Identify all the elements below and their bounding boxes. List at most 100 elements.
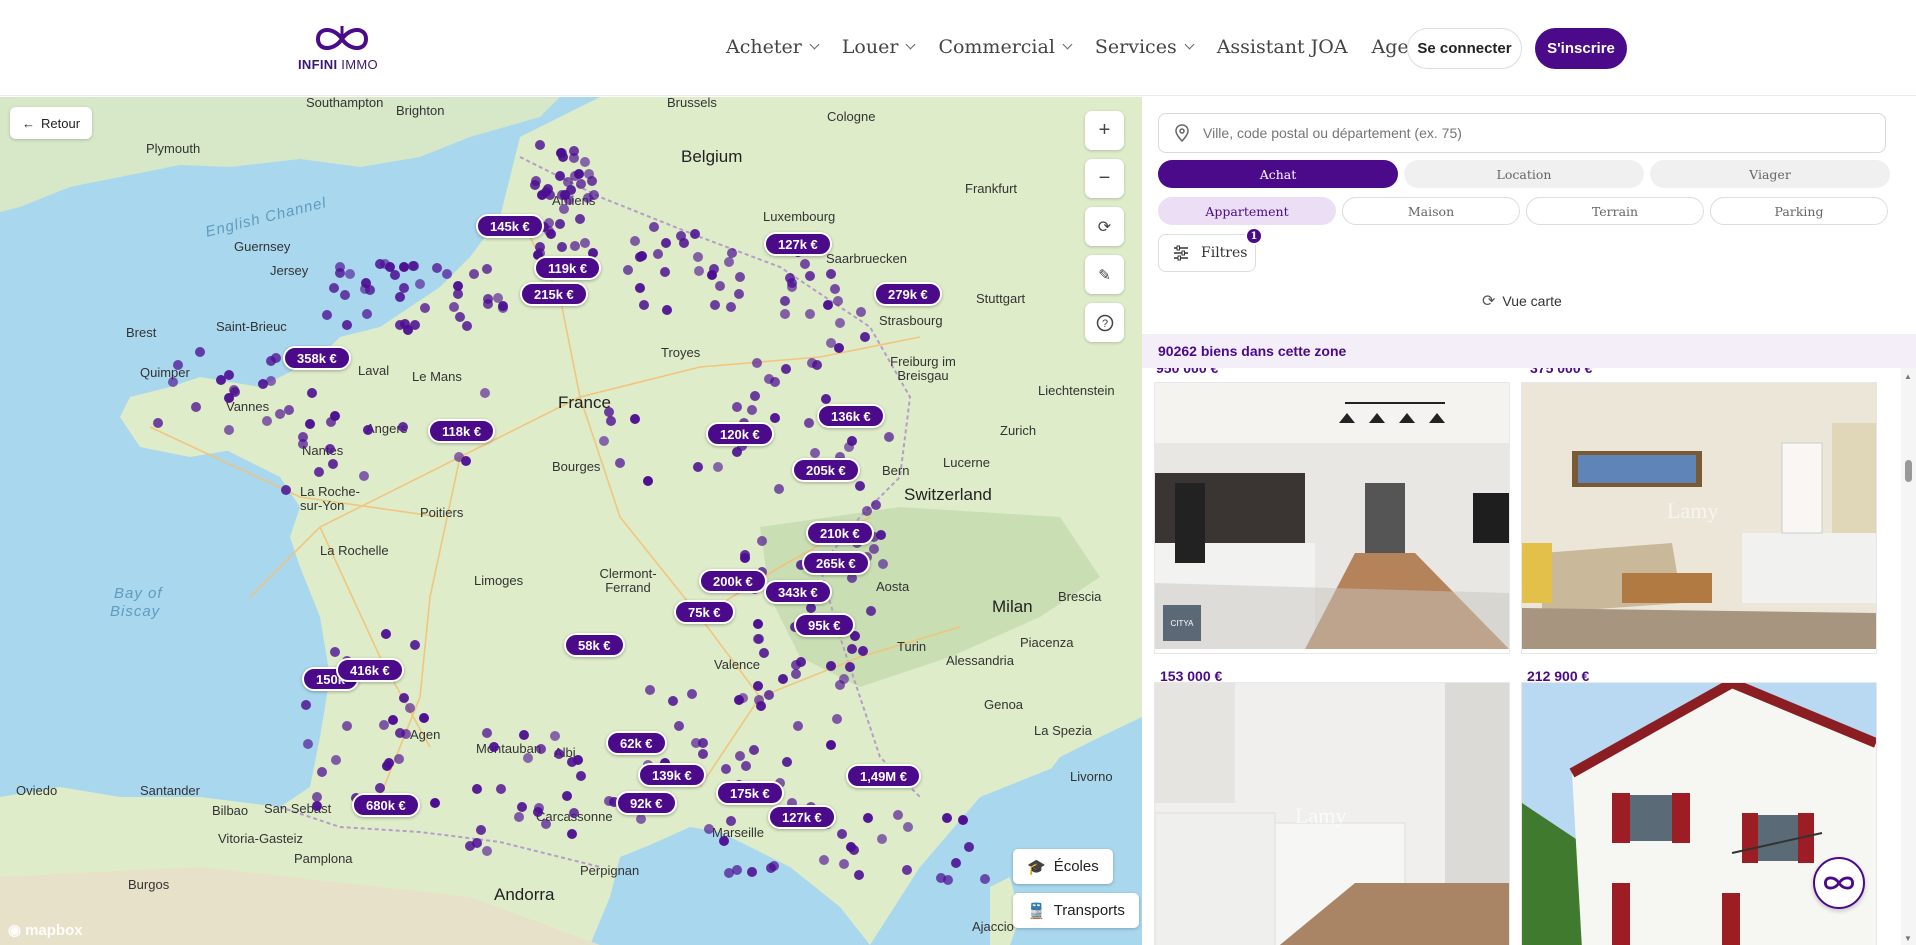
property-dot[interactable] [876, 833, 887, 844]
property-dot[interactable] [361, 308, 372, 319]
refresh-button[interactable]: ⟳ [1085, 207, 1124, 246]
property-dot[interactable] [472, 783, 483, 794]
property-dot[interactable] [329, 646, 340, 657]
property-dot[interactable] [853, 869, 864, 880]
results-scrollbar[interactable]: ▲ ▼ [1901, 368, 1916, 945]
property-dot[interactable] [574, 213, 585, 224]
property-dot[interactable] [265, 375, 276, 386]
price-marker[interactable]: 95k € [794, 613, 855, 637]
property-dot[interactable] [979, 874, 990, 885]
nav-services[interactable]: Services [1095, 36, 1195, 58]
filters-button[interactable]: Filtres 1 [1158, 227, 1263, 272]
scroll-down-icon[interactable]: ▼ [1904, 934, 1912, 943]
property-dot[interactable] [575, 771, 586, 782]
property-dot[interactable] [693, 251, 704, 262]
property-dot[interactable] [223, 424, 234, 435]
property-dot[interactable] [390, 269, 401, 280]
tab-maison[interactable]: Maison [1342, 197, 1520, 225]
property-dot[interactable] [758, 647, 769, 658]
property-dot[interactable] [674, 720, 685, 731]
property-dot[interactable] [605, 416, 616, 427]
zoom-in-button[interactable]: + [1085, 111, 1124, 150]
price-marker[interactable]: 205k € [792, 458, 860, 482]
price-marker[interactable]: 127k € [764, 232, 832, 256]
property-dot[interactable] [746, 404, 757, 415]
property-dot[interactable] [557, 189, 568, 200]
tab-achat[interactable]: Achat [1158, 160, 1398, 188]
property-dot[interactable] [780, 295, 790, 306]
property-dot[interactable] [692, 461, 703, 472]
map-view-toggle[interactable]: ⟳ Vue carte [1482, 291, 1562, 311]
property-dot[interactable] [329, 411, 340, 422]
property-dot[interactable] [703, 824, 714, 835]
nav-louer[interactable]: Louer [842, 36, 916, 58]
property-dot[interactable] [569, 241, 580, 252]
property-dot[interactable] [475, 825, 486, 836]
property-dot[interactable] [496, 783, 507, 794]
nav-commercial[interactable]: Commercial [938, 36, 1073, 58]
tab-appartement[interactable]: Appartement [1158, 197, 1336, 225]
price-marker[interactable]: 62k € [606, 731, 667, 755]
property-dot[interactable] [661, 304, 672, 315]
property-dot[interactable] [763, 373, 774, 384]
tab-parking[interactable]: Parking [1710, 197, 1888, 225]
property-dot[interactable] [283, 405, 294, 416]
property-dot[interactable] [733, 289, 744, 300]
property-dot[interactable] [871, 499, 882, 510]
property-dot[interactable] [262, 415, 273, 426]
property-dot[interactable] [383, 758, 394, 769]
property-dot[interactable] [737, 693, 748, 704]
property-dot[interactable] [229, 386, 240, 397]
zoom-out-button[interactable]: − [1085, 159, 1124, 198]
property-dot[interactable] [280, 484, 291, 495]
property-dot[interactable] [720, 764, 731, 775]
property-dot[interactable] [535, 743, 546, 754]
property-dot[interactable] [321, 309, 332, 320]
property-dot[interactable] [152, 417, 163, 428]
scroll-up-icon[interactable]: ▲ [1904, 372, 1912, 381]
property-dot[interactable] [398, 421, 409, 432]
price-marker[interactable]: 118k € [428, 419, 496, 443]
nav-assistant-joa[interactable]: Assistant JOA [1217, 36, 1348, 58]
property-dot[interactable] [693, 265, 704, 276]
property-dot[interactable] [379, 258, 390, 269]
property-dot[interactable] [516, 801, 527, 812]
property-dot[interactable] [950, 858, 961, 869]
property-dot[interactable] [805, 602, 816, 613]
property-dot[interactable] [936, 872, 947, 883]
price-marker[interactable]: 215k € [520, 282, 588, 306]
nav-acheter[interactable]: Acheter [726, 36, 820, 58]
property-dot[interactable] [395, 319, 406, 330]
price-marker[interactable]: 343k € [764, 580, 832, 604]
help-button[interactable]: ? [1085, 303, 1124, 342]
price-marker[interactable]: 119k € [534, 256, 602, 280]
listing-card[interactable]: Lamy [1521, 382, 1877, 654]
schools-toggle[interactable]: 🎓 Écoles [1013, 849, 1113, 884]
property-dot[interactable] [615, 457, 626, 468]
property-dot[interactable] [892, 809, 903, 820]
property-dot[interactable] [855, 306, 866, 317]
property-dot[interactable] [941, 813, 952, 824]
transport-toggle[interactable]: 🚆 Transports [1013, 893, 1139, 928]
property-dot[interactable] [461, 321, 472, 332]
property-dot[interactable] [568, 808, 579, 819]
property-dot[interactable] [668, 695, 679, 706]
property-dot[interactable] [455, 311, 466, 322]
property-dot[interactable] [492, 293, 503, 303]
property-dot[interactable] [549, 730, 560, 741]
property-dot[interactable] [583, 168, 594, 179]
property-dot[interactable] [753, 634, 764, 645]
listing-card[interactable] [1521, 682, 1877, 945]
property-dot[interactable] [843, 442, 854, 453]
price-marker[interactable]: 75k € [674, 600, 735, 624]
property-dot[interactable] [748, 744, 759, 755]
property-dot[interactable] [394, 291, 405, 302]
property-dot[interactable] [675, 231, 686, 242]
location-search[interactable] [1158, 113, 1886, 153]
price-marker[interactable]: 416k € [336, 658, 404, 682]
draw-zone-button[interactable]: ✎ [1085, 255, 1124, 294]
property-dot[interactable] [799, 259, 810, 270]
property-dot[interactable] [723, 256, 734, 267]
property-dot[interactable] [855, 480, 866, 491]
property-dot[interactable] [519, 729, 530, 740]
